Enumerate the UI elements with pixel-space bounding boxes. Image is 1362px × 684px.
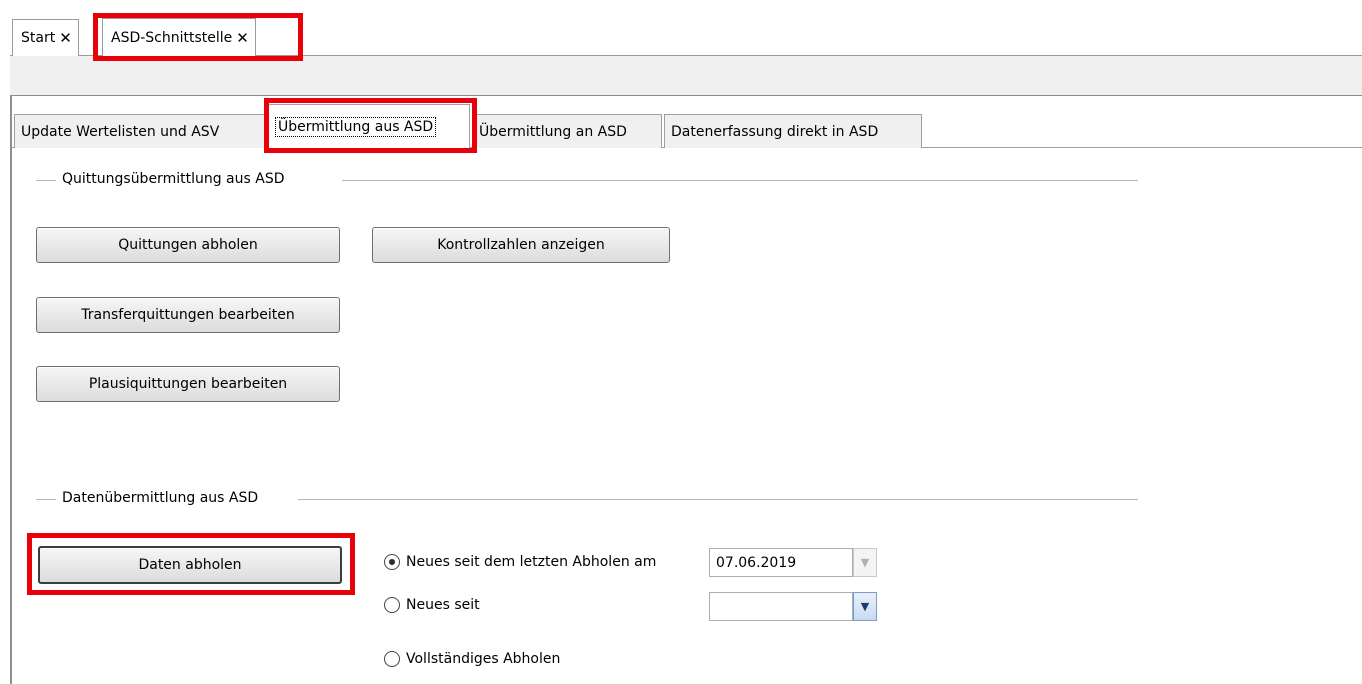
tab-uebermittlung-aus-asd[interactable]: Übermittlung aus ASD (268, 104, 470, 148)
group-line (298, 499, 1138, 500)
radio-label: Vollständiges Abholen (406, 651, 561, 667)
radio-button[interactable] (384, 651, 400, 667)
chevron-down-icon[interactable]: ▼ (853, 548, 877, 577)
tab-uebermittlung-an-asd[interactable]: Übermittlung an ASD (472, 114, 662, 148)
radio-button[interactable] (384, 597, 400, 613)
kontrollzahlen-anzeigen-button[interactable]: Kontrollzahlen anzeigen (372, 227, 670, 263)
group-title-datenuebermittlung: Datenübermittlung aus ASD (56, 490, 265, 506)
doc-tab-asd-label: ASD-Schnittstelle (111, 29, 233, 46)
tab-label: Übermittlung aus ASD (275, 116, 437, 137)
doc-tab-start-label: Start (21, 30, 56, 46)
radio-selected-dot (389, 559, 395, 565)
chevron-down-icon[interactable]: ▼ (853, 592, 877, 621)
doc-tab-start[interactable]: Start ✕ (12, 19, 79, 56)
tab-label: Update Wertelisten und ASV (21, 123, 220, 140)
radio-label: Neues seit dem letzten Abholen am (406, 554, 657, 570)
quittungen-abholen-button[interactable]: Quittungen abholen (36, 227, 340, 263)
tab-datenerfassung-direkt[interactable]: Datenerfassung direkt in ASD (664, 114, 922, 148)
content-frame-border (10, 96, 12, 684)
close-icon[interactable]: ✕ (59, 29, 72, 47)
radio-neues-seit-letztem[interactable]: Neues seit dem letzten Abholen am (384, 554, 656, 570)
radio-button[interactable] (384, 554, 400, 570)
group-title-quittungen: Quittungsübermittlung aus ASD (56, 171, 291, 187)
transferquittungen-bearbeiten-button[interactable]: Transferquittungen bearbeiten (36, 297, 340, 333)
last-date-field[interactable]: 07.06.2019 (709, 548, 853, 577)
close-icon[interactable]: ✕ (236, 29, 249, 47)
doc-tab-asd-schnittstelle[interactable]: ASD-Schnittstelle ✕ (102, 18, 256, 56)
radio-vollstaendiges-abholen[interactable]: Vollständiges Abholen (384, 651, 560, 667)
radio-neues-seit[interactable]: Neues seit (384, 597, 480, 613)
group-line (342, 180, 1138, 181)
toolbar-strip (10, 56, 1362, 96)
group-line (36, 499, 56, 500)
tab-label: Übermittlung an ASD (479, 123, 627, 140)
plausiquittungen-bearbeiten-button[interactable]: Plausiquittungen bearbeiten (36, 366, 340, 402)
radio-label: Neues seit (406, 597, 480, 613)
since-date-field[interactable] (709, 592, 853, 621)
daten-abholen-button[interactable]: Daten abholen (38, 546, 342, 584)
tab-update-wertelisten[interactable]: Update Wertelisten und ASV (14, 114, 266, 148)
group-line (36, 180, 56, 181)
tab-label: Datenerfassung direkt in ASD (671, 123, 879, 140)
